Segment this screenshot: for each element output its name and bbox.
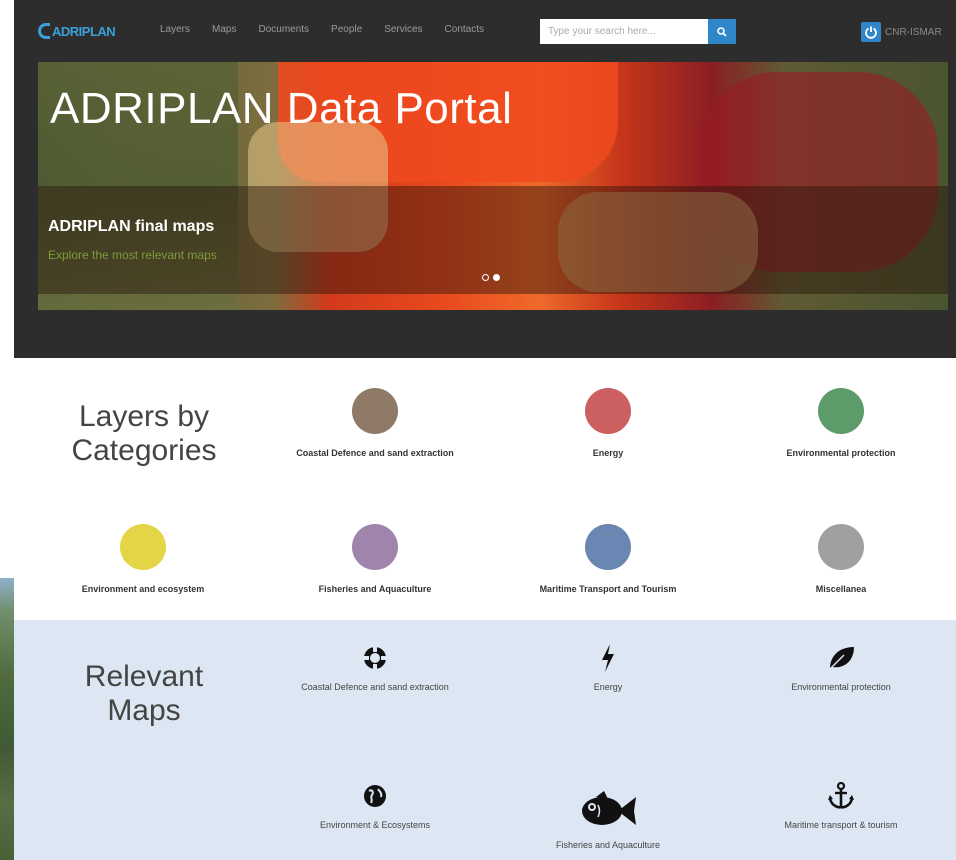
background-map-sliver xyxy=(0,578,14,860)
portal-page: ADRIPLAN Layers Maps Documents People Se… xyxy=(14,0,956,860)
hero-section: ADRIPLAN Data Portal ADRIPLAN final maps… xyxy=(14,62,956,358)
main-nav: Layers Maps Documents People Services Co… xyxy=(160,24,506,35)
caption-title: ADRIPLAN final maps xyxy=(48,218,215,235)
category-coastal-defence[interactable]: Coastal Defence and sand extraction xyxy=(270,388,480,458)
map-fisheries[interactable]: Fisheries and Aquaculture xyxy=(503,788,713,850)
map-environmental-protection[interactable]: Environmental protection xyxy=(736,640,946,692)
globe-icon xyxy=(270,778,480,814)
nav-maps[interactable]: Maps xyxy=(212,24,236,35)
nav-services[interactable]: Services xyxy=(384,24,422,35)
user-menu[interactable]: CNR-ISMAR xyxy=(861,22,942,42)
power-icon[interactable] xyxy=(861,22,881,42)
search-input[interactable] xyxy=(540,19,708,44)
category-color-dot xyxy=(818,388,864,434)
hero-title: ADRIPLAN Data Portal xyxy=(50,84,513,133)
maps-title: Relevant Maps xyxy=(84,660,204,727)
category-color-dot xyxy=(352,524,398,570)
lightning-icon xyxy=(503,640,713,676)
leaf-icon xyxy=(736,640,946,676)
carousel-dot[interactable] xyxy=(482,274,489,281)
category-color-dot xyxy=(585,524,631,570)
map-coastal-defence[interactable]: Coastal Defence and sand extraction xyxy=(270,640,480,692)
nav-documents[interactable]: Documents xyxy=(258,24,309,35)
search-button[interactable] xyxy=(708,19,736,44)
map-energy[interactable]: Energy xyxy=(503,640,713,692)
category-color-dot xyxy=(818,524,864,570)
category-environmental-protection[interactable]: Environmental protection xyxy=(736,388,946,458)
nav-contacts[interactable]: Contacts xyxy=(445,24,484,35)
category-color-dot xyxy=(120,524,166,570)
hero-carousel-image[interactable]: ADRIPLAN Data Portal ADRIPLAN final maps… xyxy=(38,62,948,310)
user-name[interactable]: CNR-ISMAR xyxy=(885,27,942,38)
category-fisheries[interactable]: Fisheries and Aquaculture xyxy=(270,524,480,594)
category-color-dot xyxy=(585,388,631,434)
category-color-dot xyxy=(352,388,398,434)
top-navbar: ADRIPLAN Layers Maps Documents People Se… xyxy=(14,0,956,62)
category-energy[interactable]: Energy xyxy=(503,388,713,458)
site-logo[interactable]: ADRIPLAN xyxy=(38,20,116,42)
category-miscellanea[interactable]: Miscellanea xyxy=(736,524,946,594)
nav-people[interactable]: People xyxy=(331,24,362,35)
search-icon xyxy=(717,26,727,37)
nav-layers[interactable]: Layers xyxy=(160,24,190,35)
categories-title: Layers by Categories xyxy=(71,400,217,467)
carousel-caption: ADRIPLAN final maps Explore the most rel… xyxy=(38,186,948,294)
carousel-dot-active[interactable] xyxy=(493,274,500,281)
caption-subtitle[interactable]: Explore the most relevant maps xyxy=(48,248,217,262)
category-environment-ecosystem[interactable]: Environment and ecosystem xyxy=(38,524,248,594)
fish-icon xyxy=(503,788,713,834)
carousel-indicators xyxy=(482,274,500,281)
lifebuoy-icon xyxy=(270,640,480,676)
map-maritime-transport[interactable]: Maritime transport & tourism xyxy=(736,778,946,830)
map-environment-ecosystems[interactable]: Environment & Ecosystems xyxy=(270,778,480,830)
anchor-icon xyxy=(736,778,946,814)
logo-text: ADRIPLAN xyxy=(52,23,116,39)
category-maritime-transport[interactable]: Maritime Transport and Tourism xyxy=(503,524,713,594)
logo-mark-icon xyxy=(38,23,50,39)
